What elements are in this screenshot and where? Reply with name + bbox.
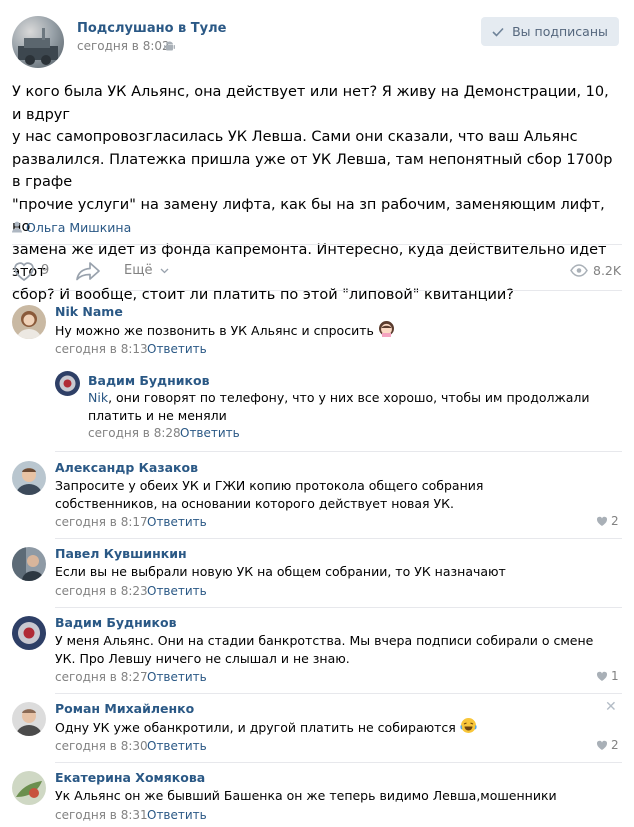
commenter-avatar[interactable] <box>12 461 46 495</box>
comment-text: Запросите у обеих УК и ГЖИ копию протоко… <box>55 478 484 511</box>
comment-like-count: 2 <box>611 514 619 528</box>
reply-button[interactable]: Ответить <box>147 515 207 529</box>
comment-author[interactable]: Nik Name <box>55 304 123 319</box>
comment-time[interactable]: сегодня в 8:17 <box>55 515 148 529</box>
commenter-avatar[interactable] <box>12 305 46 339</box>
group-avatar[interactable] <box>12 16 64 68</box>
more-button[interactable]: Ещё <box>124 263 169 278</box>
comment-author[interactable]: Вадим Будников <box>55 615 177 630</box>
group-avatar-image <box>18 28 58 65</box>
comment-text: Ну можно же позвонить в УК Альянс и спро… <box>55 320 615 340</box>
heart-icon <box>596 516 608 526</box>
mention-link[interactable]: Nik <box>88 390 108 405</box>
divider <box>55 762 622 763</box>
commenter-avatar[interactable] <box>12 547 46 581</box>
comment-time[interactable]: сегодня в 8:30 <box>55 739 148 753</box>
commenter-avatar[interactable] <box>12 771 46 805</box>
comment-author[interactable]: Александр Казаков <box>55 460 198 475</box>
view-count: 8.2K <box>593 263 622 278</box>
comment-time[interactable]: сегодня в 8:27 <box>55 670 148 684</box>
reply-button[interactable]: Ответить <box>147 584 207 598</box>
avatar-image <box>55 371 80 396</box>
heart-icon <box>596 740 608 750</box>
avatar-image <box>12 616 46 650</box>
comment-text: Если вы не выбрали новую УК на общем соб… <box>55 564 506 579</box>
divider <box>12 290 622 291</box>
reply-button[interactable]: Ответить <box>147 808 207 822</box>
avatar-image <box>12 771 46 805</box>
post-text: У кого была УК Альянс, она действует или… <box>12 84 613 303</box>
commenter-avatar[interactable] <box>12 702 46 736</box>
heart-icon <box>596 671 608 681</box>
checkmark-icon <box>492 27 504 37</box>
divider <box>55 693 622 694</box>
comment-author[interactable]: Екатерина Хомякова <box>55 770 205 785</box>
comment-time[interactable]: сегодня в 8:28 <box>88 426 181 440</box>
reply-button[interactable]: Ответить <box>147 670 207 684</box>
laughing-emoji-icon <box>460 718 477 733</box>
comment-text-body: Одну УК уже обанкротили, и другой платит… <box>55 720 456 735</box>
reply-button[interactable]: Ответить <box>147 739 207 753</box>
girl-emoji-icon <box>378 321 394 337</box>
subscribed-label: Вы подписаны <box>512 24 608 39</box>
avatar-image <box>12 305 46 339</box>
chevron-down-icon <box>160 268 169 274</box>
divider <box>55 538 622 539</box>
share-icon[interactable] <box>74 260 102 282</box>
comment-text: Одну УК уже обанкротили, и другой платит… <box>55 717 615 737</box>
post-time[interactable]: сегодня в 8:02 <box>77 39 170 53</box>
subscribed-button[interactable]: Вы подписаны <box>481 17 619 46</box>
comment-author[interactable]: Роман Михайленко <box>55 701 194 716</box>
comment-author[interactable]: Павел Кувшинкин <box>55 546 187 561</box>
avatar-image <box>12 461 46 495</box>
commenter-avatar[interactable] <box>55 371 80 396</box>
comment-text: Ук Альянс он же бывший Башенка он же теп… <box>55 788 557 803</box>
reply-button[interactable]: Ответить <box>147 342 207 356</box>
more-label: Ещё <box>124 263 153 278</box>
avatar-image <box>12 547 46 581</box>
comment-like-count: 2 <box>611 738 619 752</box>
divider <box>12 244 622 245</box>
comment-time[interactable]: сегодня в 8:31 <box>55 808 148 822</box>
divider <box>55 451 622 452</box>
comment-like[interactable]: 2 <box>596 514 619 528</box>
post-author[interactable]: Ольга Мишкина <box>26 220 131 235</box>
reply-button[interactable]: Ответить <box>180 426 240 440</box>
close-icon[interactable]: ✕ <box>605 699 617 715</box>
heart-icon[interactable] <box>12 260 36 282</box>
comment-like[interactable]: 1 <box>596 669 619 683</box>
comment-text-body: Ну можно же позвонить в УК Альянс и спро… <box>55 323 374 338</box>
author-icon <box>12 221 22 233</box>
android-icon <box>164 41 175 51</box>
comment-like[interactable]: 2 <box>596 738 619 752</box>
comment-time[interactable]: сегодня в 8:13 <box>55 342 148 356</box>
comment-like-count: 1 <box>611 669 619 683</box>
comment-author[interactable]: Вадим Будников <box>88 373 210 388</box>
commenter-avatar[interactable] <box>12 616 46 650</box>
like-count[interactable]: 9 <box>41 263 49 278</box>
comment-time[interactable]: сегодня в 8:23 <box>55 584 148 598</box>
comment-text: Nik, они говорят по телефону, что у них … <box>88 389 623 424</box>
avatar-image <box>12 702 46 736</box>
comment-text-body: , они говорят по телефону, что у них все… <box>88 390 590 423</box>
comment-text: У меня Альянс. Они на стадии банкротства… <box>55 633 594 666</box>
eye-icon <box>570 264 588 277</box>
group-name[interactable]: Подслушано в Туле <box>77 21 226 36</box>
divider <box>55 607 622 608</box>
